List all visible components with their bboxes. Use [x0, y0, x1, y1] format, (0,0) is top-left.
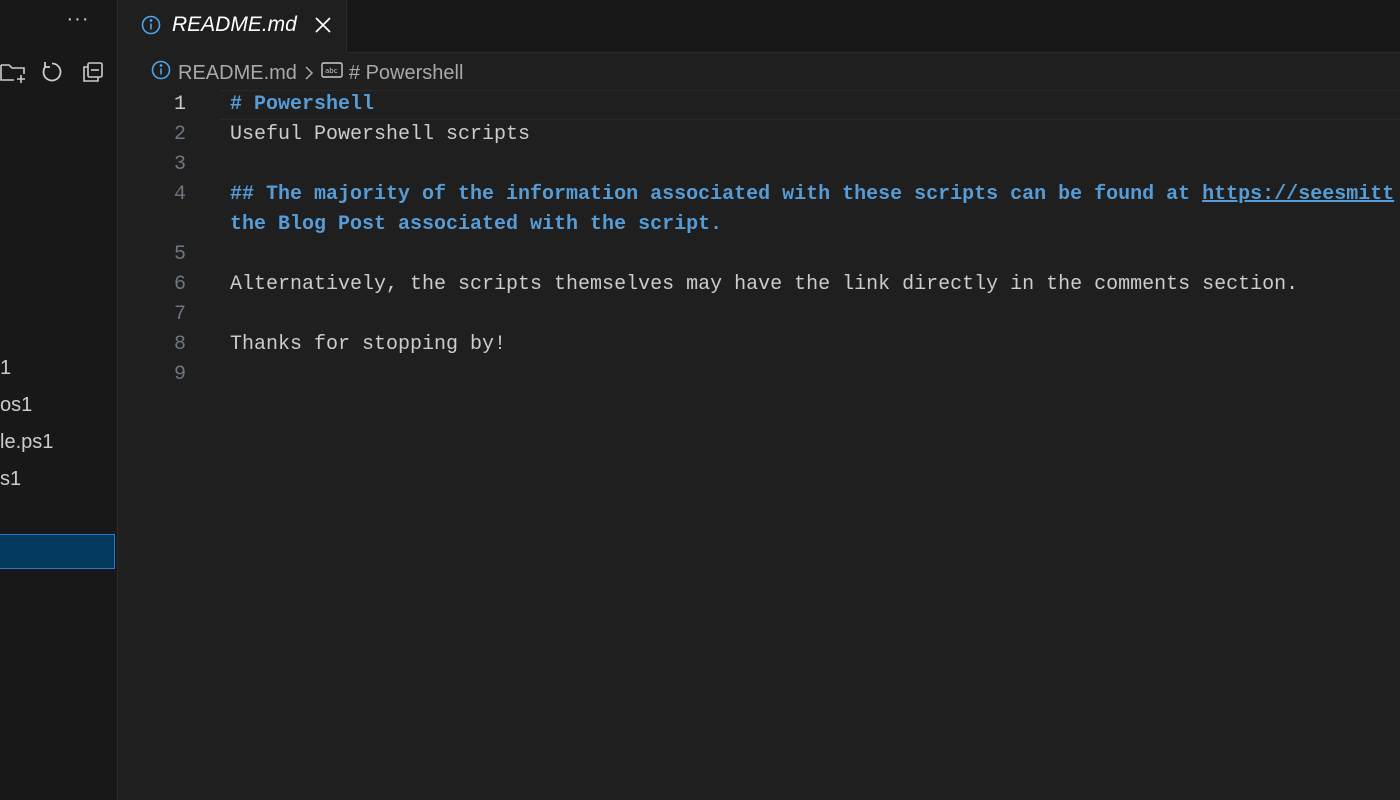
line-number: 5	[173, 243, 186, 266]
collapse-all-icon[interactable]	[79, 58, 107, 86]
file-item[interactable]: s1	[0, 461, 21, 497]
code-line: Alternatively, the scripts themselves ma…	[230, 270, 1298, 300]
code-line: Thanks for stopping by!	[230, 330, 506, 360]
more-actions-button[interactable]: ···	[64, 8, 92, 36]
file-item-selected[interactable]	[0, 534, 115, 569]
svg-text:abc: abc	[325, 67, 338, 75]
line-number: 3	[173, 153, 186, 176]
close-icon[interactable]	[311, 13, 335, 37]
refresh-icon[interactable]	[38, 58, 66, 86]
code-line: # Powershell	[230, 90, 374, 120]
url-link[interactable]: https://seesmitt	[1202, 183, 1394, 206]
file-item[interactable]: 1	[0, 350, 11, 386]
line-number: 7	[173, 303, 186, 326]
editor-tab-bar: README.md	[118, 0, 1400, 53]
symbol-string-icon: abc	[321, 61, 343, 85]
file-label: os1	[0, 394, 33, 416]
line-number: 1	[173, 93, 186, 116]
new-folder-icon[interactable]	[0, 58, 28, 86]
line-number: 2	[173, 123, 186, 146]
code-line: Useful Powershell scripts	[230, 120, 530, 150]
breadcrumb-symbol[interactable]: # Powershell	[349, 62, 464, 85]
line-number	[118, 210, 186, 240]
tab-readme[interactable]: README.md	[118, 0, 347, 53]
code-editor[interactable]: 1 # Powershell 2 Useful Powershell scripts 3…	[118, 90, 1400, 800]
code-text: # Powershell	[230, 93, 375, 116]
info-icon	[150, 59, 172, 87]
line-number: 4	[173, 183, 186, 206]
chevron-right-icon	[303, 64, 315, 82]
file-item[interactable]: os1	[0, 387, 32, 423]
code-line: the Blog Post associated with the script…	[230, 210, 722, 240]
explorer-sidebar: ··· 1 os1 le.ps1 s1	[0, 0, 118, 800]
file-label: 1	[0, 357, 12, 379]
code-text: ## The majority of the information assoc…	[230, 183, 1203, 206]
file-label: s1	[0, 468, 22, 490]
line-number: 9	[173, 363, 186, 386]
breadcrumb-file[interactable]: README.md	[178, 62, 297, 85]
line-number: 8	[173, 333, 186, 356]
current-line-highlight	[220, 90, 1400, 120]
code-text: Useful Powershell scripts	[230, 123, 531, 146]
code-line: ## The majority of the information assoc…	[230, 180, 1394, 210]
breadcrumb: README.md abc # Powershell	[150, 58, 463, 88]
code-text: Alternatively, the scripts themselves ma…	[230, 273, 1299, 296]
file-label: le.ps1	[0, 431, 54, 453]
info-icon	[140, 14, 162, 36]
code-text: the Blog Post associated with the script…	[230, 213, 723, 236]
file-item[interactable]: le.ps1	[0, 424, 53, 460]
line-number: 6	[173, 273, 186, 296]
tab-title: README.md	[172, 13, 297, 36]
code-text: Thanks for stopping by!	[230, 333, 507, 356]
